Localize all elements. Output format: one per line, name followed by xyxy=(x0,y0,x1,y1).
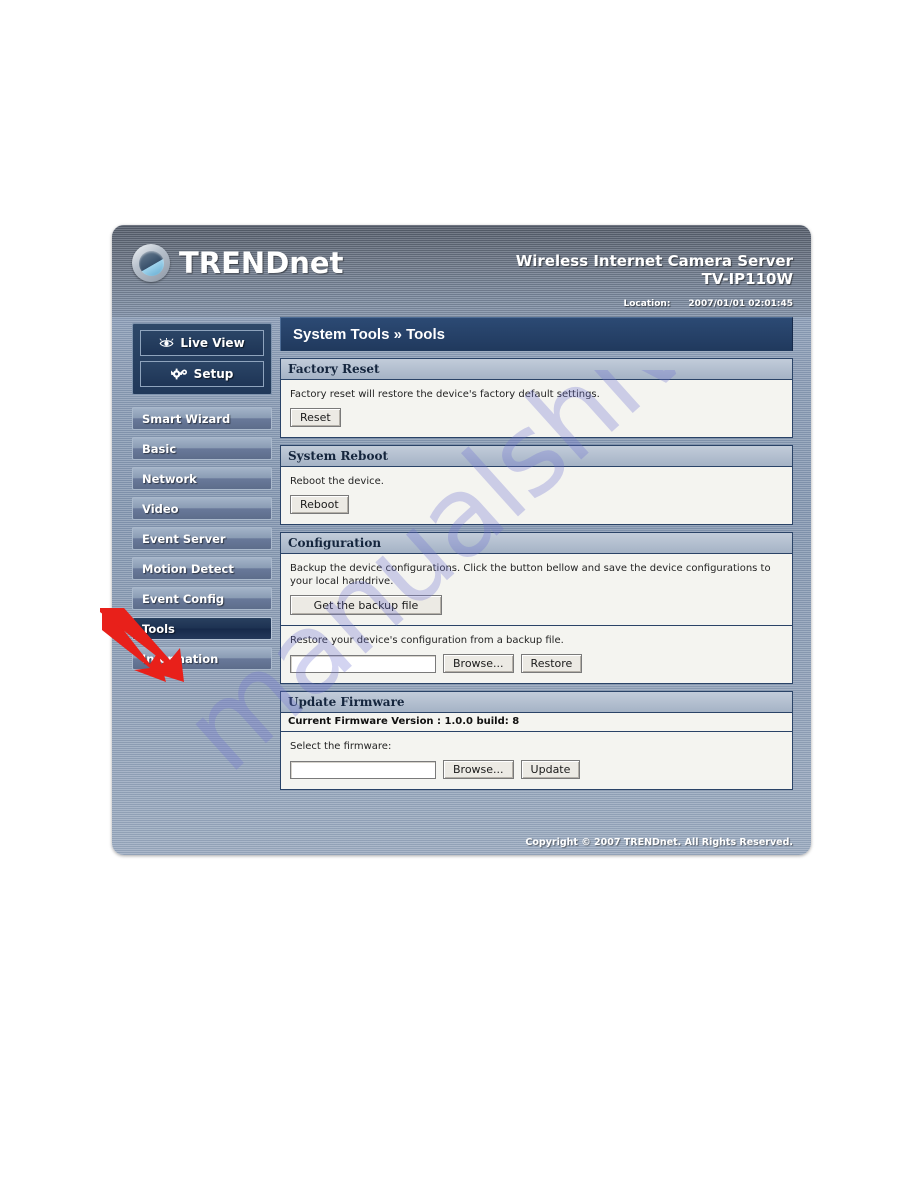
product-model: TV-IP110W xyxy=(701,270,793,288)
location-label: Location: xyxy=(623,299,671,309)
update-button[interactable]: Update xyxy=(520,760,581,779)
sidebar-item-video[interactable]: Video xyxy=(132,497,272,520)
get-backup-file-button[interactable]: Get the backup file xyxy=(290,595,442,615)
sidebar-item-label: Smart Wizard xyxy=(142,411,231,426)
section-configuration: Configuration Backup the device configur… xyxy=(280,532,793,684)
sidebar-item-label: Tools xyxy=(142,621,175,636)
section-body: Reboot the device. Reboot xyxy=(281,467,792,524)
device-datetime: 2007/01/01 02:01:45 xyxy=(688,299,793,309)
restore-button[interactable]: Restore xyxy=(520,654,583,673)
firmware-file-row: Browse... Update xyxy=(290,760,783,779)
section-heading: Factory Reset xyxy=(281,359,792,380)
sidebar-item-label: Event Config xyxy=(142,591,225,606)
brand-wordmark: TRENDnet xyxy=(179,246,344,280)
sidebar-item-basic[interactable]: Basic xyxy=(132,437,272,460)
factory-reset-description: Factory reset will restore the device's … xyxy=(290,389,600,400)
sidebar-item-tools[interactable]: Tools xyxy=(132,617,272,640)
product-name: Wireless Internet Camera Server xyxy=(515,252,793,270)
restore-file-input[interactable] xyxy=(290,654,436,673)
section-heading: Configuration xyxy=(281,533,792,554)
sidebar-item-motion-detect[interactable]: Motion Detect xyxy=(132,557,272,580)
system-reboot-description: Reboot the device. xyxy=(290,476,384,487)
firmware-browse-button[interactable]: Browse... xyxy=(443,760,514,779)
sidebar-item-network[interactable]: Network xyxy=(132,467,272,490)
eye-icon xyxy=(159,337,174,349)
sidebar-item-live-view[interactable]: Live View xyxy=(140,330,264,356)
section-body-restore: Restore your device's configuration from… xyxy=(281,625,792,683)
current-firmware-version: Current Firmware Version : 1.0.0 build: … xyxy=(281,713,792,732)
location-status-bar: Location: 2007/01/01 02:01:45 xyxy=(624,299,793,309)
sidebar-item-label: Event Server xyxy=(142,531,226,546)
sidebar-item-smart-wizard[interactable]: Smart Wizard xyxy=(132,407,272,430)
restore-description: Restore your device's configuration from… xyxy=(290,635,564,646)
sidebar-item-label: Basic xyxy=(142,441,177,456)
gear-icon xyxy=(170,368,188,380)
select-firmware-label: Select the firmware: xyxy=(290,741,392,752)
brand-header: TRENDnet Wireless Internet Camera Server… xyxy=(112,225,811,317)
copyright-text: Copyright © 2007 TRENDnet. All Rights Re… xyxy=(525,836,793,848)
logo-sphere-icon xyxy=(138,250,164,276)
backup-description: Backup the device configurations. Click … xyxy=(290,563,771,587)
reboot-button[interactable]: Reboot xyxy=(290,495,349,514)
footer-bar: Copyright © 2007 TRENDnet. All Rights Re… xyxy=(112,829,811,855)
device-web-ui-window: TRENDnet Wireless Internet Camera Server… xyxy=(112,225,811,855)
sidebar-nav: Live View Setup Smart Wizard Basic Netwo… xyxy=(132,323,272,677)
trendnet-logo: TRENDnet xyxy=(132,244,343,282)
section-system-reboot: System Reboot Reboot the device. Reboot xyxy=(280,445,793,525)
section-body: Select the firmware: Browse... Update xyxy=(281,732,792,789)
page-canvas: manualshive.com TRENDnet Wireless Intern… xyxy=(0,0,918,1188)
section-factory-reset: Factory Reset Factory reset will restore… xyxy=(280,358,793,438)
page-title: System Tools » Tools xyxy=(280,317,793,351)
sidebar-item-label: Video xyxy=(142,501,179,516)
firmware-file-input[interactable] xyxy=(290,760,436,779)
sidebar-item-label: Motion Detect xyxy=(142,561,234,576)
restore-file-row: Browse... Restore xyxy=(290,654,783,673)
section-heading: Update Firmware xyxy=(281,692,792,713)
sidebar-mode-group: Live View Setup xyxy=(132,323,272,395)
sidebar-item-event-config[interactable]: Event Config xyxy=(132,587,272,610)
sidebar-item-label: Network xyxy=(142,471,197,486)
sidebar-item-event-server[interactable]: Event Server xyxy=(132,527,272,550)
sidebar-item-label: Live View xyxy=(180,336,245,350)
section-heading: System Reboot xyxy=(281,446,792,467)
sidebar-item-information[interactable]: Information xyxy=(132,647,272,670)
restore-browse-button[interactable]: Browse... xyxy=(443,654,514,673)
sidebar-item-setup[interactable]: Setup xyxy=(140,361,264,387)
trendnet-logo-icon xyxy=(132,244,170,282)
sidebar-item-label: Setup xyxy=(193,367,234,381)
reset-button[interactable]: Reset xyxy=(290,408,341,427)
sidebar-item-label: Information xyxy=(142,651,219,666)
section-body: Factory reset will restore the device's … xyxy=(281,380,792,437)
sidebar-section-list: Smart Wizard Basic Network Video Event S… xyxy=(132,407,272,670)
section-body-backup: Backup the device configurations. Click … xyxy=(281,554,792,625)
section-update-firmware: Update Firmware Current Firmware Version… xyxy=(280,691,793,790)
content-panel: System Tools » Tools Factory Reset Facto… xyxy=(280,317,793,790)
product-identity: Wireless Internet Camera Server TV-IP110… xyxy=(516,253,793,289)
